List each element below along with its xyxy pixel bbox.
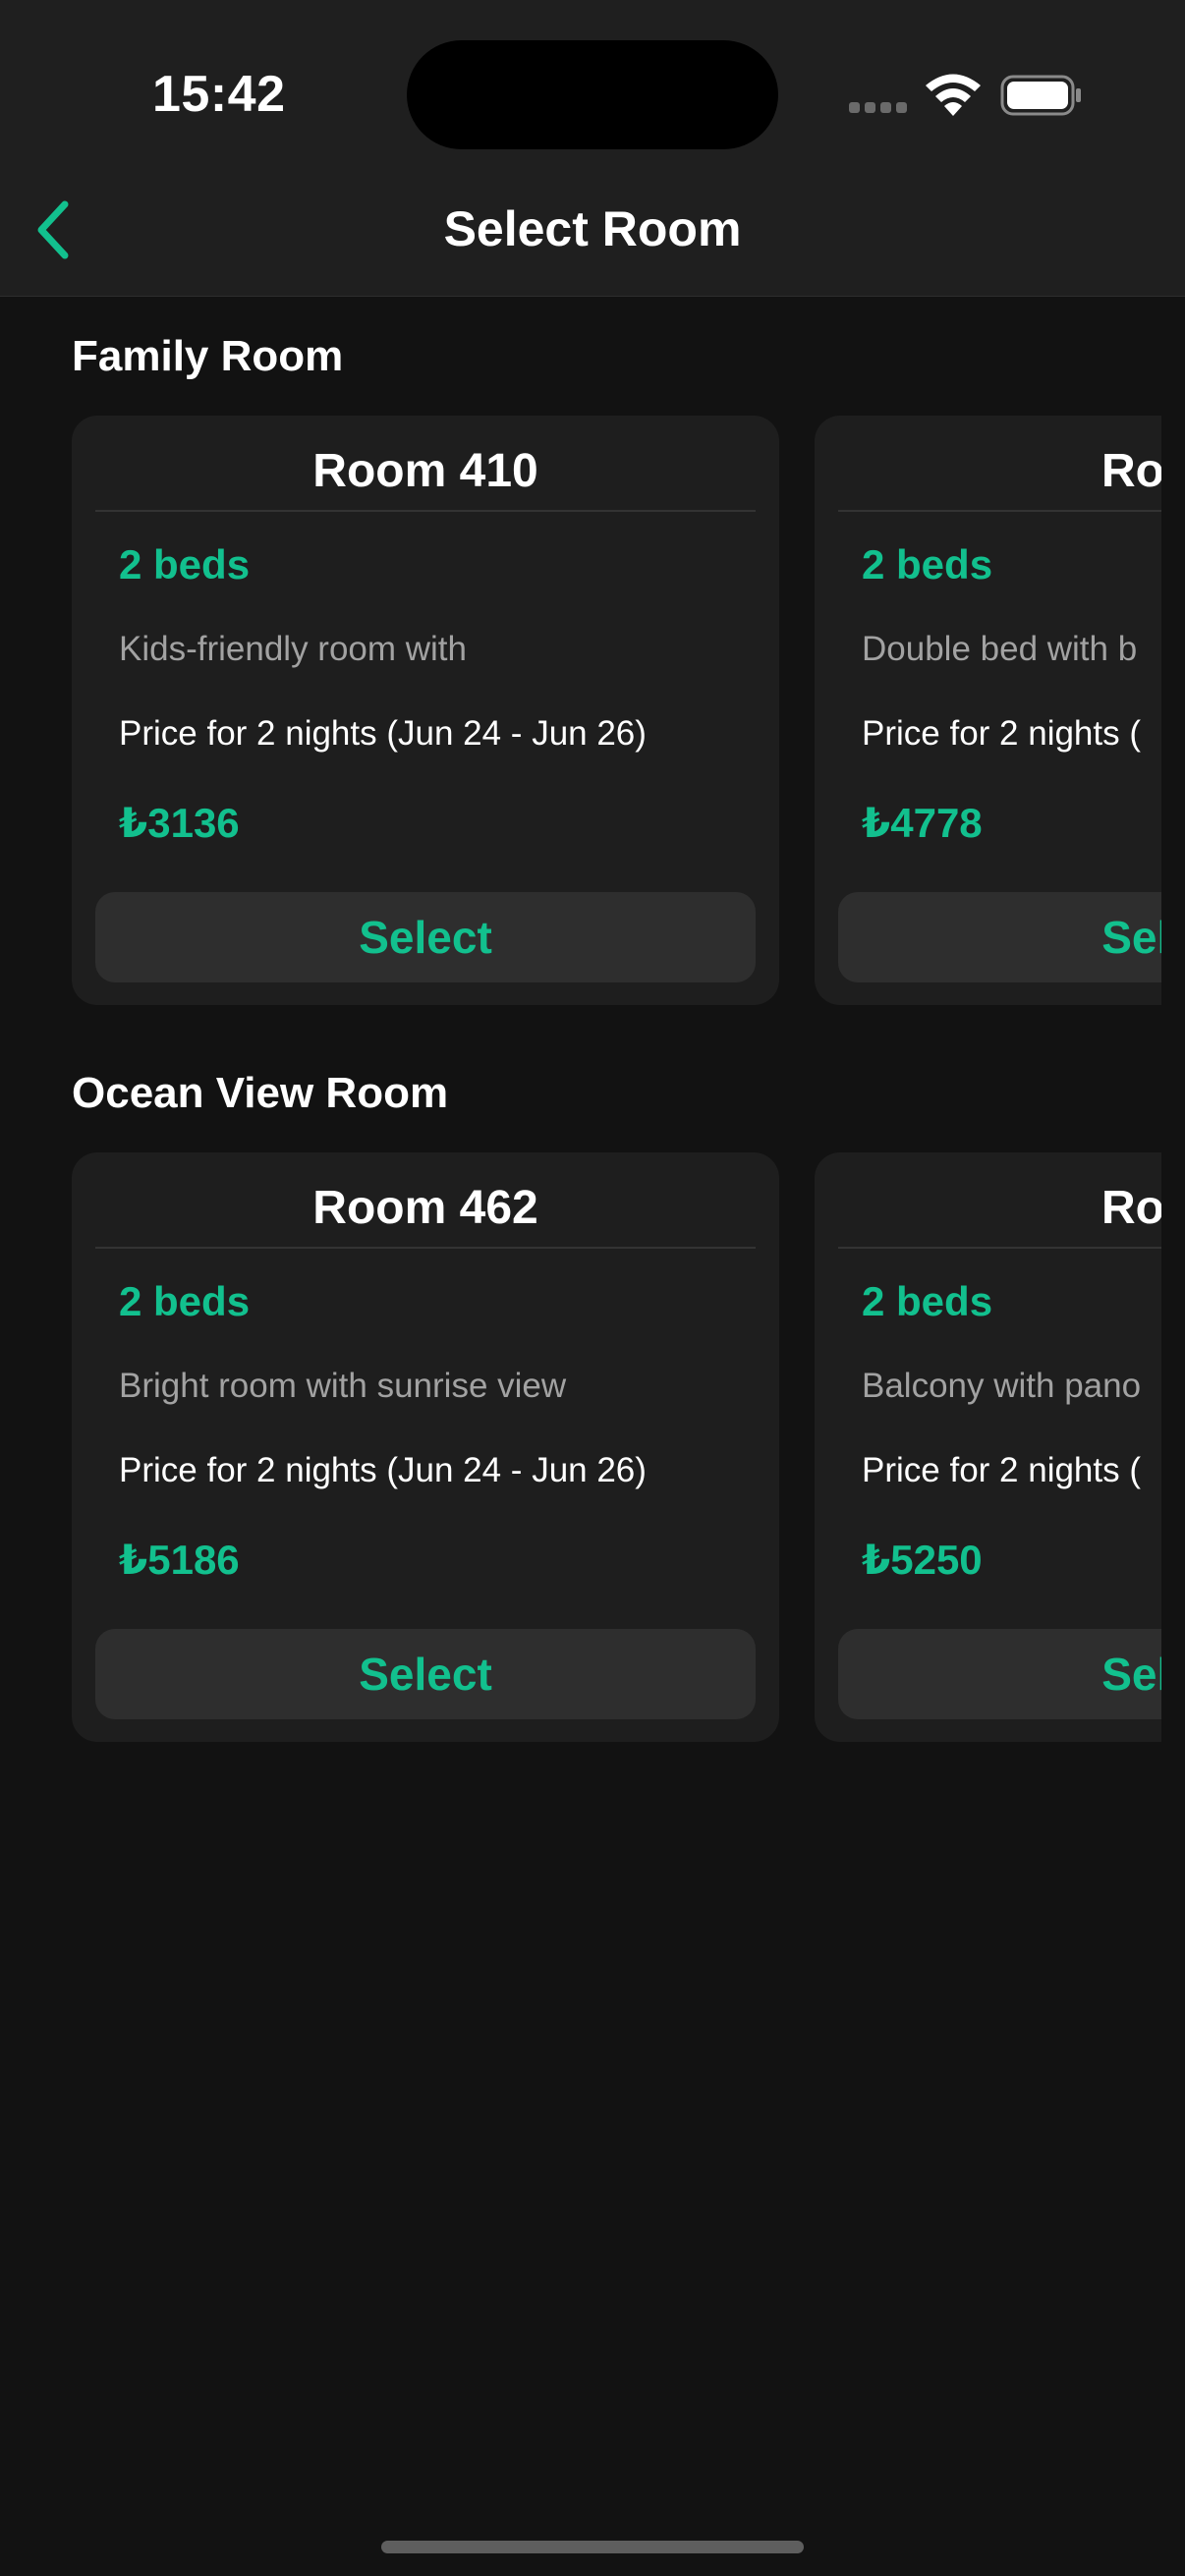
room-name: Room 462 xyxy=(95,1152,756,1249)
room-price: ₺3136 xyxy=(119,800,240,846)
room-carousel-ocean-view[interactable]: Room 462 2 beds Bright room with sunrise… xyxy=(0,1152,1161,1742)
room-carousel-family[interactable]: Room 410 2 beds Kids-friendly room with … xyxy=(0,416,1161,1005)
price-label: Price for 2 nights ( xyxy=(862,714,1141,753)
room-price: ₺5186 xyxy=(119,1537,240,1583)
select-button[interactable]: Select xyxy=(838,892,1161,982)
section-title-ocean-view-room: Ocean View Room xyxy=(72,1069,449,1117)
room-card: Room 410 2 beds Kids-friendly room with … xyxy=(72,416,779,1005)
select-button[interactable]: Select xyxy=(95,892,756,982)
price-label: Price for 2 nights (Jun 24 - Jun 26) xyxy=(119,714,647,753)
battery-icon xyxy=(1000,75,1081,116)
room-card: Room 2 beds Double bed with b Price for … xyxy=(815,416,1161,1005)
room-beds: 2 beds xyxy=(119,541,251,588)
status-time: 15:42 xyxy=(152,66,286,123)
room-beds: 2 beds xyxy=(862,541,993,588)
top-bar: 15:42 Select Room xyxy=(0,0,1185,297)
price-label: Price for 2 nights (Jun 24 - Jun 26) xyxy=(119,1451,647,1489)
select-button[interactable]: Select xyxy=(95,1629,756,1719)
select-button[interactable]: Select xyxy=(838,1629,1161,1719)
home-indicator[interactable] xyxy=(381,2541,804,2553)
room-card: Room 462 2 beds Bright room with sunrise… xyxy=(72,1152,779,1742)
room-price: ₺5250 xyxy=(862,1537,983,1583)
page-title: Select Room xyxy=(443,201,742,256)
room-description: Kids-friendly room with xyxy=(119,630,467,668)
room-beds: 2 beds xyxy=(119,1278,251,1324)
price-label: Price for 2 nights ( xyxy=(862,1451,1141,1489)
section-title-family-room: Family Room xyxy=(72,332,344,380)
room-beds: 2 beds xyxy=(862,1278,993,1324)
room-name: Room 410 xyxy=(95,416,756,512)
cellular-signal-icon xyxy=(849,102,908,114)
room-name: Room xyxy=(838,416,1161,512)
room-name: Room xyxy=(838,1152,1161,1249)
room-card: Room 2 beds Balcony with pano Price for … xyxy=(815,1152,1161,1742)
room-description: Bright room with sunrise view xyxy=(119,1367,567,1405)
select-room-screen: 15:42 Select Room Family Room Room 410 2… xyxy=(0,0,1185,2576)
room-price: ₺4778 xyxy=(862,800,983,846)
wifi-icon xyxy=(926,74,981,116)
dynamic-island xyxy=(407,40,778,149)
room-description: Double bed with b xyxy=(862,630,1138,668)
room-description: Balcony with pano xyxy=(862,1367,1142,1405)
